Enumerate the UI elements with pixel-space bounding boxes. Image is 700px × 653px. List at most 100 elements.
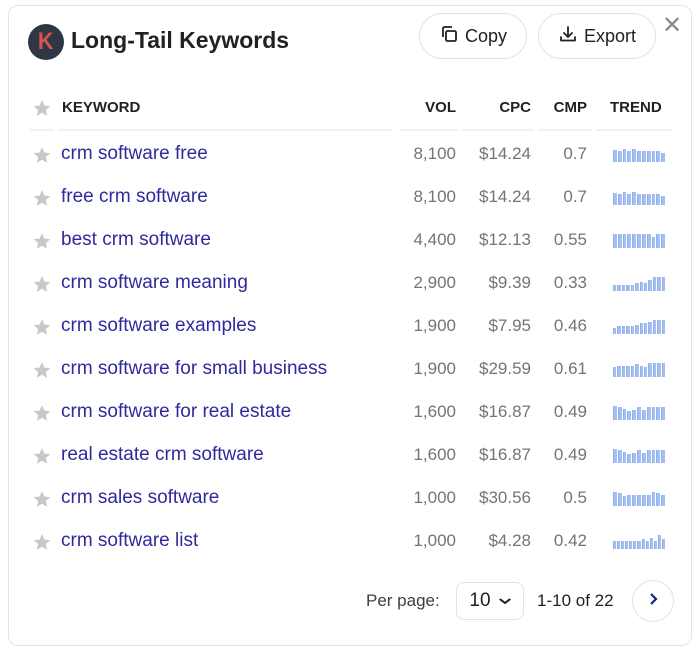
trend-bar bbox=[613, 541, 617, 549]
trend-bar bbox=[626, 366, 630, 377]
column-header-keyword[interactable]: KEYWORD bbox=[62, 94, 140, 122]
cpc-value: $30.56 bbox=[479, 488, 531, 507]
star-all-icon[interactable] bbox=[32, 98, 52, 118]
trend-bar bbox=[622, 192, 627, 205]
trend-bar bbox=[649, 538, 653, 549]
trend-bar bbox=[661, 320, 666, 334]
volume-value: 1,600 bbox=[413, 445, 456, 464]
trend-bar bbox=[613, 285, 617, 291]
star-icon[interactable] bbox=[32, 489, 52, 509]
header-divider bbox=[462, 129, 534, 131]
cpc-value: $14.24 bbox=[479, 187, 531, 206]
trend-bar bbox=[635, 364, 639, 377]
volume-value: 8,100 bbox=[413, 144, 456, 163]
trend-sparkline bbox=[613, 189, 666, 205]
copy-label: Copy bbox=[464, 25, 508, 46]
star-icon[interactable] bbox=[32, 188, 52, 208]
copy-button[interactable]: Copy bbox=[419, 13, 527, 59]
trend-bar bbox=[656, 234, 661, 248]
trend-bar bbox=[651, 407, 656, 420]
table-row: crm software list 1,000 $4.28 0.42 bbox=[0, 528, 700, 571]
star-icon[interactable] bbox=[32, 532, 52, 552]
column-header-vol[interactable]: VOL bbox=[380, 94, 456, 122]
trend-bar bbox=[632, 192, 637, 205]
trend-bar bbox=[651, 237, 656, 248]
header-divider bbox=[538, 129, 592, 131]
close-icon[interactable]: ✕ bbox=[660, 14, 684, 38]
trend-bar bbox=[627, 194, 632, 205]
trend-bar bbox=[657, 363, 661, 377]
trend-bar bbox=[613, 328, 617, 334]
cpc-value: $9.39 bbox=[488, 273, 531, 292]
star-icon[interactable] bbox=[32, 274, 52, 294]
column-header-cpc[interactable]: CPC bbox=[462, 94, 531, 122]
trend-bar bbox=[637, 151, 641, 162]
trend-bar bbox=[627, 151, 632, 162]
trend-bar bbox=[639, 323, 643, 334]
trend-bar bbox=[622, 149, 627, 162]
trend-bar bbox=[637, 407, 641, 420]
star-icon[interactable] bbox=[32, 145, 52, 165]
keyword-link[interactable]: crm software for real estate bbox=[61, 400, 291, 424]
trend-bar bbox=[641, 410, 646, 420]
star-icon[interactable] bbox=[32, 403, 52, 423]
trend-bar bbox=[646, 194, 651, 205]
trend-sparkline bbox=[613, 275, 666, 291]
competition-value: 0.49 bbox=[553, 402, 587, 421]
trend-bar bbox=[632, 234, 637, 248]
cpc-value: $12.13 bbox=[479, 230, 531, 249]
keyword-link[interactable]: crm software for small business bbox=[61, 357, 327, 381]
keyword-link[interactable]: best crm software bbox=[61, 228, 211, 252]
trend-bar bbox=[641, 495, 646, 506]
cpc-value: $7.95 bbox=[488, 316, 531, 335]
trend-bar bbox=[617, 326, 621, 334]
column-header-cmp[interactable]: CMP bbox=[540, 94, 587, 122]
trend-bar bbox=[622, 409, 627, 420]
volume-value: 2,900 bbox=[413, 273, 456, 292]
volume-value: 8,100 bbox=[413, 187, 456, 206]
trend-bar bbox=[630, 326, 635, 334]
trend-bar bbox=[622, 452, 627, 463]
trend-bar bbox=[656, 194, 661, 205]
next-page-button[interactable] bbox=[632, 580, 674, 622]
trend-bar bbox=[652, 277, 657, 291]
star-icon[interactable] bbox=[32, 231, 52, 251]
cpc-value: $16.87 bbox=[479, 402, 531, 421]
trend-bar bbox=[661, 450, 665, 463]
trend-sparkline bbox=[613, 490, 666, 506]
trend-bar bbox=[626, 285, 630, 291]
keyword-link[interactable]: crm software meaning bbox=[61, 271, 248, 295]
competition-value: 0.42 bbox=[553, 531, 587, 550]
keyword-link[interactable]: free crm software bbox=[61, 185, 208, 209]
star-icon[interactable] bbox=[32, 360, 52, 380]
trend-bar bbox=[621, 366, 626, 377]
trend-bar bbox=[632, 410, 637, 420]
keyword-link[interactable]: crm software free bbox=[61, 142, 208, 166]
export-button[interactable]: Export bbox=[538, 13, 656, 59]
trend-bar bbox=[661, 277, 666, 291]
per-page-select[interactable]: 10 bbox=[456, 582, 524, 620]
star-icon[interactable] bbox=[32, 317, 52, 337]
keyword-link[interactable]: crm software examples bbox=[61, 314, 256, 338]
trend-bar bbox=[656, 450, 661, 463]
trend-bar bbox=[652, 320, 657, 334]
trend-bar bbox=[648, 363, 652, 377]
trend-bar bbox=[651, 194, 656, 205]
trend-bar bbox=[617, 407, 622, 420]
trend-sparkline bbox=[613, 146, 666, 162]
trend-bar bbox=[617, 493, 622, 506]
keyword-link[interactable]: crm software list bbox=[61, 529, 198, 553]
keyword-link[interactable]: real estate crm software bbox=[61, 443, 264, 467]
trend-sparkline bbox=[613, 232, 666, 248]
table-row: crm software for small business 1,900 $29.… bbox=[0, 356, 700, 399]
trend-bar bbox=[661, 153, 665, 162]
keyword-link[interactable]: crm sales software bbox=[61, 486, 219, 510]
trend-bar bbox=[661, 196, 665, 205]
volume-value: 1,000 bbox=[413, 488, 456, 507]
trend-bar bbox=[622, 234, 627, 248]
trend-bar bbox=[613, 150, 617, 162]
trend-sparkline bbox=[613, 404, 666, 420]
trend-bar bbox=[641, 234, 646, 248]
trend-bar bbox=[661, 363, 666, 377]
star-icon[interactable] bbox=[32, 446, 52, 466]
